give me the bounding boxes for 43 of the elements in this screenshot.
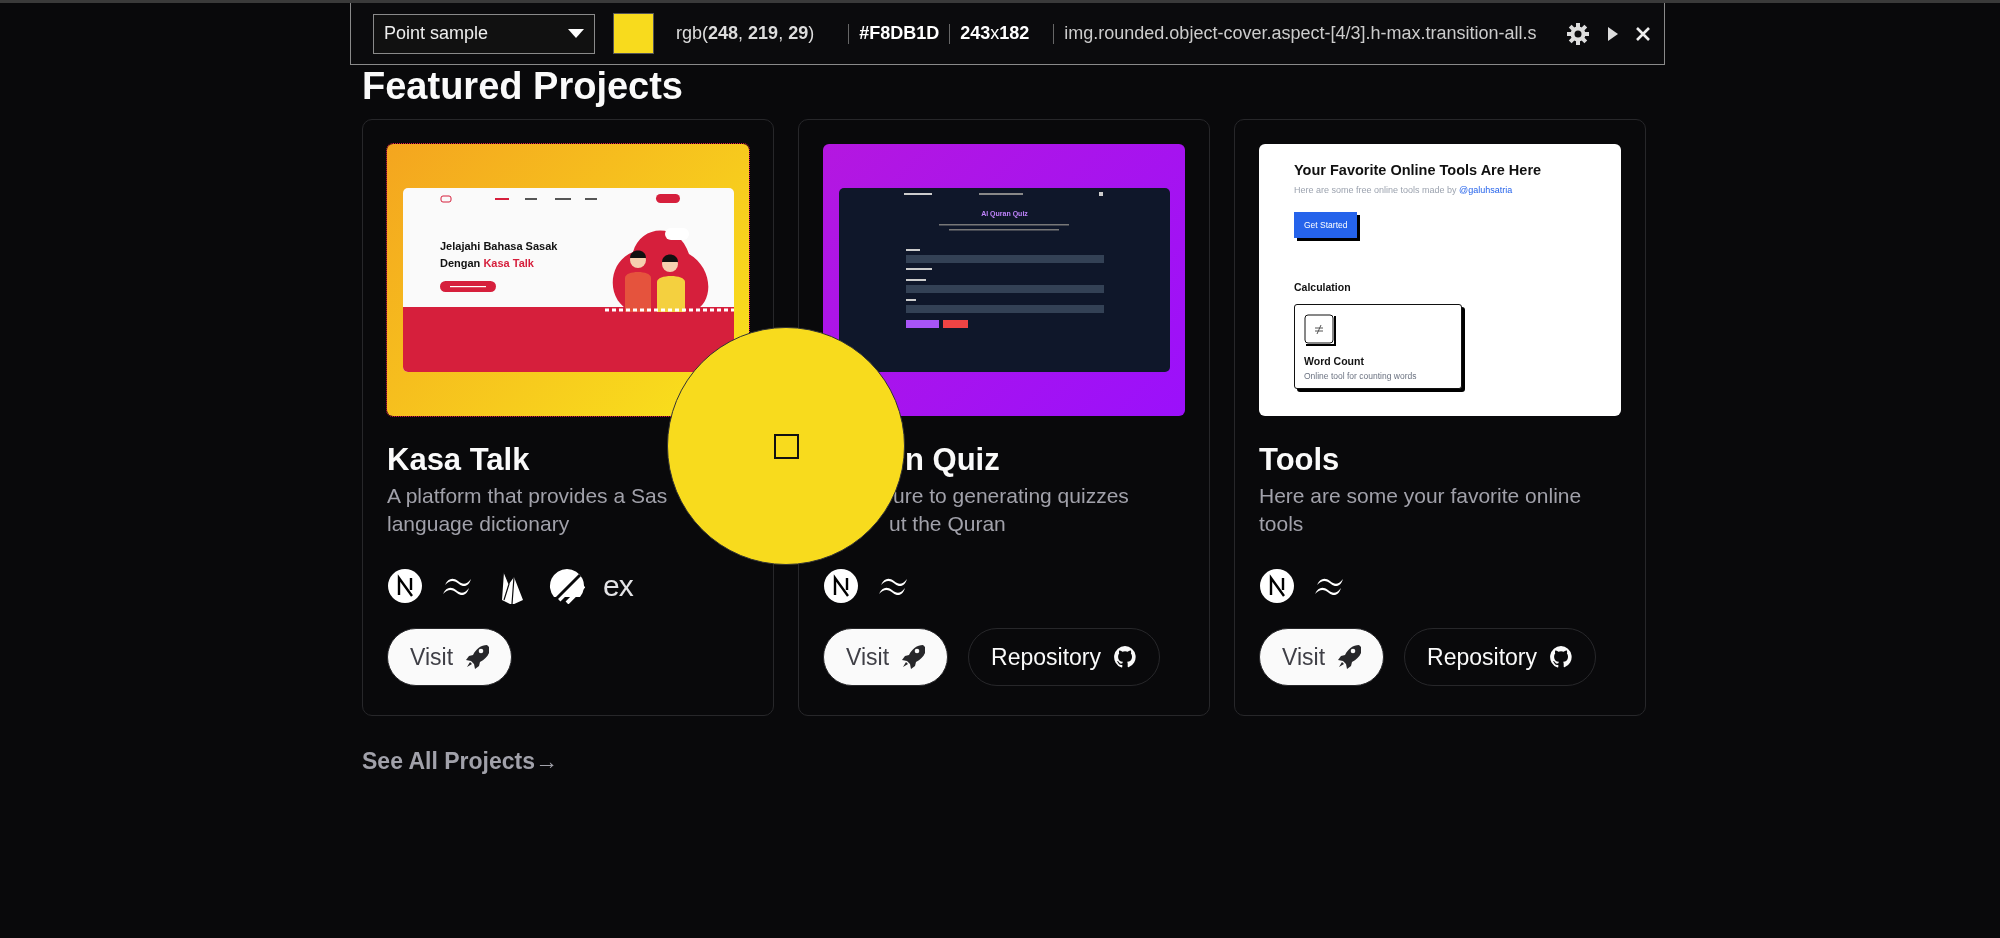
hero-headline: Jelajahi Bahasa Sasak <box>440 240 558 253</box>
project-description: tools <box>1259 511 1305 537</box>
github-icon <box>1113 645 1137 669</box>
hero-headline: Dengan Kasa Talk <box>440 257 534 270</box>
sample-square-icon <box>773 433 799 459</box>
tool-title: Word Count <box>1304 354 1365 369</box>
settings-icon[interactable] <box>1566 21 1590 46</box>
play-icon[interactable] <box>1608 26 1618 41</box>
project-description: ut the Quran <box>889 511 1007 537</box>
visit-button[interactable]: Visit <box>1259 628 1385 686</box>
visit-button[interactable]: Visit <box>387 628 513 686</box>
mode-select[interactable]: Point sample <box>373 13 595 54</box>
slashed-circle-icon <box>549 568 585 604</box>
rgb-value: rgb(248, 219, 29) <box>676 22 815 45</box>
not-equal-icon <box>1304 314 1334 344</box>
project-title: n Quiz <box>905 441 1001 479</box>
element-selector: img.rounded.object-cover.aspect-[4/3].h-max.transition-all.s <box>1064 22 1537 45</box>
rocket-icon <box>901 643 926 671</box>
project-description: language dictionary <box>387 511 571 537</box>
rocket-icon <box>465 643 490 671</box>
project-description: Here are some your favorite online <box>1259 483 1583 509</box>
tool-description: Online tool for counting words <box>1304 369 1418 383</box>
see-all-projects-link[interactable]: See All Projects→ <box>362 744 558 779</box>
visit-button[interactable]: Visit <box>823 628 949 686</box>
hex-value: #F8DB1D <box>859 22 940 45</box>
project-description: A platform that provides a Sas <box>387 483 669 509</box>
preview-title: Your Favorite Online Tools Are Here <box>1294 161 1542 180</box>
close-icon[interactable] <box>1636 26 1650 41</box>
n-circle-icon <box>1259 568 1295 604</box>
size-value: 243x182 <box>960 22 1030 45</box>
category-heading: Calculation <box>1294 280 1352 296</box>
caret-icon <box>568 28 584 39</box>
project-description: ure to generating quizzes <box>893 483 1130 509</box>
n-circle-icon <box>823 568 859 604</box>
rocket-icon <box>1337 643 1362 671</box>
project-title: Tools <box>1259 441 1341 479</box>
project-title: Kasa Talk <box>387 441 531 479</box>
github-icon <box>1549 645 1573 669</box>
ex-logo: ex <box>603 571 633 601</box>
color-swatch <box>613 13 654 54</box>
section-title: Featured Projects <box>362 67 684 105</box>
n-circle-icon <box>387 568 423 604</box>
preview-subtitle: Here are some free online tools made by @galuhsatria <box>1294 184 1514 197</box>
